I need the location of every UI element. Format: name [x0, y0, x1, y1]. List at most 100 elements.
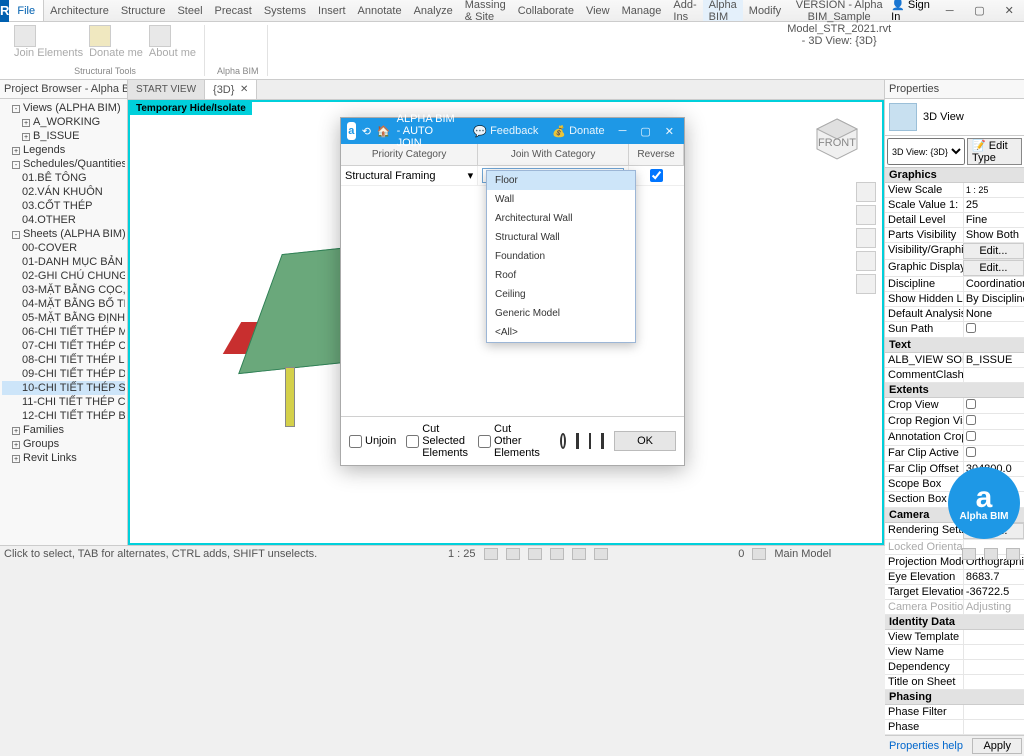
tree-item[interactable]: 00-COVER — [2, 241, 125, 255]
tree-item[interactable]: 02-GHI CHÚ CHUNG — [2, 269, 125, 283]
tree-item[interactable]: +A_WORKING — [2, 115, 125, 129]
dialog-maximize-button[interactable]: ▢ — [636, 125, 654, 138]
properties-help-link[interactable]: Properties help — [887, 738, 972, 754]
view-tab-3d[interactable]: {3D} ✕ — [205, 80, 257, 99]
dropdown-option[interactable]: Generic Model — [487, 304, 635, 323]
tab-architecture[interactable]: Architecture — [44, 0, 115, 21]
status-icon[interactable] — [752, 548, 766, 560]
prop-group-graphics[interactable]: Graphics — [885, 168, 1024, 183]
prop-group-extents[interactable]: Extents — [885, 383, 1024, 398]
dropdown-option[interactable]: Ceiling — [487, 285, 635, 304]
signin-button[interactable]: 👤 Sign In — [891, 0, 932, 23]
join-elements-button[interactable]: Join Elements — [14, 25, 83, 59]
tab-analyze[interactable]: Analyze — [408, 0, 459, 21]
apply-button[interactable]: Apply — [972, 738, 1022, 754]
tree-legends[interactable]: +Legends — [2, 143, 125, 157]
tab-steel[interactable]: Steel — [171, 0, 208, 21]
cut-selected-checkbox[interactable]: Cut Selected Elements — [406, 423, 468, 459]
dropdown-option[interactable]: Roof — [487, 266, 635, 285]
reverse-checkbox[interactable] — [650, 169, 663, 182]
tree-item[interactable]: 01.BÊ TÔNG — [2, 171, 125, 185]
dropdown-arrow-icon[interactable]: ▾ — [468, 169, 474, 182]
tree-item[interactable]: 05-MẶT BẰNG ĐỊNH VỊ DẦM SÀN — [2, 311, 125, 325]
status-icon[interactable] — [506, 548, 520, 560]
dropdown-option[interactable]: Foundation — [487, 247, 635, 266]
type-selector[interactable]: 3D View: {3D} — [887, 138, 965, 165]
tree-item[interactable]: 08-CHI TIẾT THÉP LÔI THANG — [2, 353, 125, 367]
category-dropdown[interactable]: Floor Wall Architectural Wall Structural… — [486, 170, 636, 343]
dropdown-option[interactable]: Wall — [487, 190, 635, 209]
project-browser[interactable]: Project Browser - Alpha BIM_Sample Mo...… — [0, 80, 128, 545]
ok-button[interactable]: OK — [614, 431, 676, 451]
refresh-icon[interactable] — [560, 433, 566, 449]
tree-item[interactable]: +B_ISSUE — [2, 129, 125, 143]
status-icon[interactable] — [484, 548, 498, 560]
cropregion-checkbox[interactable] — [966, 415, 976, 425]
tree-views[interactable]: -Views (ALPHA BIM) — [2, 101, 125, 115]
tab-view[interactable]: View — [580, 0, 616, 21]
about-me-button[interactable]: About me — [149, 25, 196, 59]
sunpath-checkbox[interactable] — [966, 323, 976, 333]
graphic-display-edit-button[interactable]: Edit... — [963, 260, 1024, 276]
cropview-checkbox[interactable] — [966, 399, 976, 409]
status-icon[interactable] — [572, 548, 586, 560]
tab-modify[interactable]: Modify — [743, 0, 787, 21]
revit-logo[interactable]: R — [0, 0, 9, 22]
tab-structure[interactable]: Structure — [115, 0, 172, 21]
tab-massing[interactable]: Massing & Site — [459, 0, 512, 21]
tab-file[interactable]: File — [9, 0, 44, 21]
tree-item[interactable]: 01-DANH MỤC BẢN VẼ — [2, 255, 125, 269]
dialog-nav-icon[interactable]: 🏠 — [377, 125, 391, 138]
footer-icon[interactable] — [576, 433, 579, 449]
tree-item[interactable]: 04.OTHER — [2, 213, 125, 227]
status-icon[interactable] — [962, 548, 976, 560]
farclip-checkbox[interactable] — [966, 447, 976, 457]
view-scale-input[interactable] — [966, 185, 1022, 195]
tree-item[interactable]: 04-MẶT BẰNG BỐ TRÍ CỘT, LÔI TI — [2, 297, 125, 311]
status-icon[interactable] — [594, 548, 608, 560]
status-mainmodel[interactable]: Main Model — [774, 548, 831, 560]
status-icon[interactable] — [984, 548, 998, 560]
tree-item[interactable]: 03.CỐT THÉP — [2, 199, 125, 213]
feedback-button[interactable]: 💬 Feedback — [469, 125, 542, 138]
tree-sheets[interactable]: -Sheets (ALPHA BIM) — [2, 227, 125, 241]
status-icon[interactable] — [550, 548, 564, 560]
tree-item[interactable]: 07-CHI TIẾT THÉP CỘT, VÁCH — [2, 339, 125, 353]
tab-collaborate[interactable]: Collaborate — [512, 0, 580, 21]
tab-manage[interactable]: Manage — [616, 0, 668, 21]
status-icon[interactable] — [1006, 548, 1020, 560]
dropdown-option[interactable]: Floor — [487, 171, 635, 190]
navigation-bar[interactable] — [856, 182, 876, 294]
tab-insert[interactable]: Insert — [312, 0, 352, 21]
dialog-minimize-button[interactable]: ─ — [615, 125, 631, 137]
tab-systems[interactable]: Systems — [258, 0, 312, 21]
maximize-button[interactable]: ▢ — [968, 1, 992, 21]
tree-item[interactable]: 09-CHI TIẾT THÉP DẦM — [2, 367, 125, 381]
tree-item-selected[interactable]: 10-CHI TIẾT THÉP SÀN — [2, 381, 125, 395]
tree-item[interactable]: 11-CHI TIẾT THÉP CẦU THANG, RA — [2, 395, 125, 409]
dialog-close-button[interactable]: ✕ — [661, 125, 678, 138]
unjoin-checkbox[interactable]: Unjoin — [349, 435, 396, 448]
status-icon[interactable] — [528, 548, 542, 560]
prop-group-text[interactable]: Text — [885, 338, 1024, 353]
tab-precast[interactable]: Precast — [209, 0, 258, 21]
visibility-edit-button[interactable]: Edit... — [963, 243, 1024, 259]
tree-schedules[interactable]: -Schedules/Quantities (ALPHA BIM) — [2, 157, 125, 171]
prop-group-phasing[interactable]: Phasing — [885, 690, 1024, 705]
donate-me-button[interactable]: Donate me — [89, 25, 143, 59]
view-tab-start[interactable]: START VIEW — [128, 80, 205, 99]
footer-icon[interactable] — [601, 433, 604, 449]
tree-links[interactable]: +Revit Links — [2, 451, 125, 465]
footer-icon[interactable] — [589, 433, 592, 449]
priority-category-cell[interactable]: Structural Framing — [345, 170, 435, 182]
view-cube[interactable]: FRONT — [812, 114, 862, 164]
close-button[interactable]: ✕ — [997, 1, 1021, 21]
prop-group-identity[interactable]: Identity Data — [885, 615, 1024, 630]
tree-item[interactable]: 12-CHI TIẾT THÉP BỂ NƯỚC, HỐ GA — [2, 409, 125, 423]
tree-item[interactable]: 02.VÁN KHUÔN — [2, 185, 125, 199]
dropdown-option[interactable]: Structural Wall — [487, 228, 635, 247]
cut-other-checkbox[interactable]: Cut Other Elements — [478, 423, 540, 459]
tab-addins[interactable]: Add-Ins — [667, 0, 702, 21]
tree-item[interactable]: 06-CHI TIẾT THÉP MÓNG — [2, 325, 125, 339]
edit-type-button[interactable]: 📝 Edit Type — [967, 138, 1022, 165]
